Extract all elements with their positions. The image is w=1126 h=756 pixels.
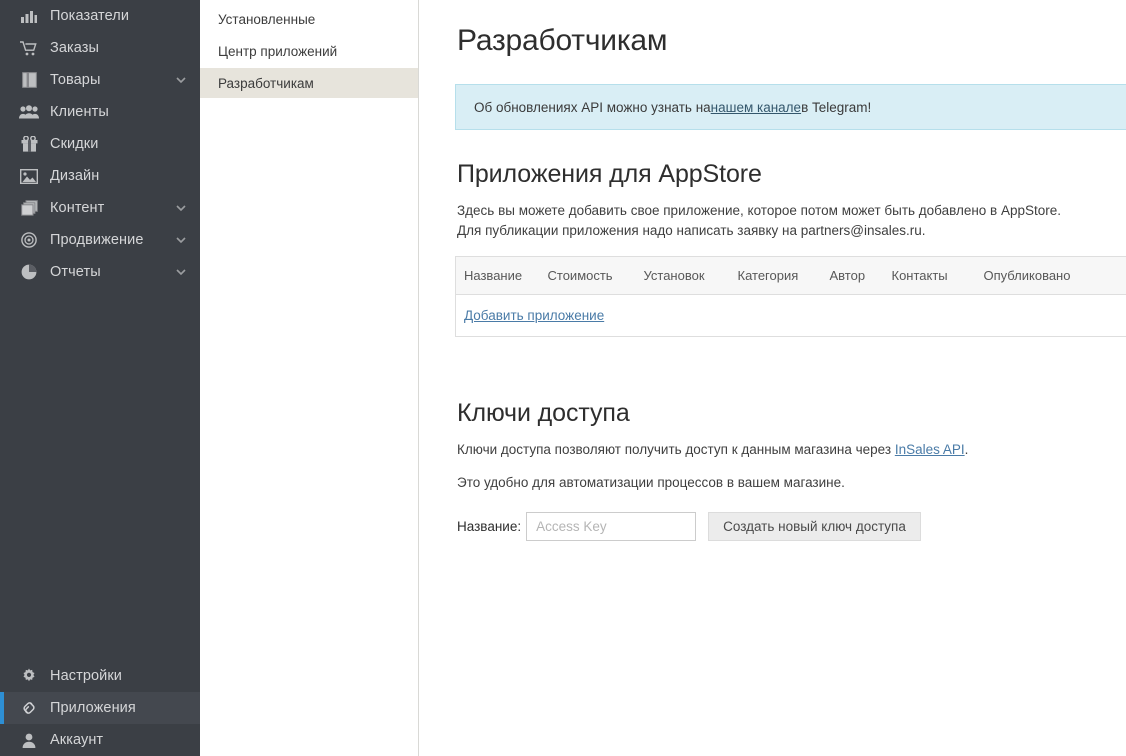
sidebar-item-skidki[interactable]: Скидки (0, 128, 200, 160)
appstore-apps-table: Название Стоимость Установок Категория А… (455, 256, 1126, 337)
sidebar-item-zakazy[interactable]: Заказы (0, 32, 200, 64)
column-header-ustanovok[interactable]: Установок (644, 257, 738, 295)
app-root: Показатели Заказы Товары Клиенты Скидки … (0, 0, 1126, 756)
table-row-add-app: Добавить приложение (456, 295, 1126, 337)
add-application-link[interactable]: Добавить приложение (464, 308, 604, 323)
primary-nav-bottom-list: Настройки Приложения Аккаунт (0, 660, 200, 756)
chevron-down-icon (172, 204, 190, 212)
layers-icon (18, 198, 40, 218)
sidebar-item-label: Настройки (50, 667, 122, 684)
chevron-down-icon (172, 76, 190, 84)
pie-chart-icon (18, 262, 40, 282)
gear-icon (18, 666, 40, 686)
subnav-item-label: Разработчикам (218, 75, 314, 91)
sidebar-item-label: Отчеты (50, 263, 101, 280)
image-icon (18, 166, 40, 186)
appstore-section-title: Приложения для AppStore (457, 160, 762, 188)
sidebar-item-label: Контент (50, 199, 105, 216)
sidebar-item-prodvizhenie[interactable]: Продвижение (0, 224, 200, 256)
table-header-row: Название Стоимость Установок Категория А… (455, 256, 1126, 295)
column-header-avtor[interactable]: Автор (830, 257, 892, 295)
api-info-banner: Об обновлениях API можно узнать на нашем… (455, 84, 1126, 130)
link-icon (18, 698, 40, 718)
table-body: Добавить приложение (456, 295, 1126, 337)
bar-chart-icon (18, 6, 40, 26)
primary-sidebar: Показатели Заказы Товары Клиенты Скидки … (0, 0, 200, 756)
sidebar-item-label: Товары (50, 71, 101, 88)
column-header-opublikovano[interactable]: Опубликовано (984, 257, 1126, 295)
sidebar-item-label: Дизайн (50, 167, 100, 184)
subnav-item-razrabotchikam[interactable]: Разработчикам (200, 68, 418, 98)
column-header-stoimost[interactable]: Стоимость (548, 257, 644, 295)
users-icon (18, 102, 40, 122)
banner-suffix-text: в Telegram! (801, 99, 872, 115)
create-access-key-form: Название: Создать новый ключ доступа (455, 512, 1110, 541)
access-keys-paragraph-1: Ключи доступа позволяют получить доступ … (457, 440, 1110, 459)
subnav-item-centr-prilozhenii[interactable]: Центр приложений (200, 36, 418, 66)
sidebar-item-pokazateli[interactable]: Показатели (0, 0, 200, 32)
cart-icon (18, 38, 40, 58)
telegram-channel-link[interactable]: нашем канале (711, 100, 801, 115)
chevron-down-icon (172, 268, 190, 276)
access-key-name-label: Название: (457, 519, 522, 534)
main-content: Разработчикам Об обновлениях API можно у… (419, 0, 1126, 756)
keys-p1-prefix: Ключи доступа позволяют получить доступ … (457, 442, 895, 457)
subnav-item-ustanovlennye[interactable]: Установленные (200, 4, 418, 34)
appstore-paragraph-1: Здесь вы можете добавить свое приложение… (457, 203, 1062, 218)
column-header-kategoriya[interactable]: Категория (738, 257, 830, 295)
create-access-key-button[interactable]: Создать новый ключ доступа (708, 512, 921, 541)
sidebar-item-prilozheniya[interactable]: Приложения (0, 692, 200, 724)
chevron-down-icon (172, 236, 190, 244)
sidebar-item-label: Клиенты (50, 103, 109, 120)
sidebar-item-label: Приложения (50, 699, 136, 716)
secondary-sidebar: Установленные Центр приложений Разработч… (200, 0, 419, 756)
sidebar-item-label: Продвижение (50, 231, 144, 248)
sidebar-item-nastroiki[interactable]: Настройки (0, 660, 200, 692)
sidebar-item-otchety[interactable]: Отчеты (0, 256, 200, 288)
table-head: Название Стоимость Установок Категория А… (455, 256, 1126, 295)
primary-nav-list: Показатели Заказы Товары Клиенты Скидки … (0, 0, 200, 288)
add-app-cell: Добавить приложение (456, 295, 1126, 337)
sidebar-item-dizain[interactable]: Дизайн (0, 160, 200, 192)
sidebar-item-kontent[interactable]: Контент (0, 192, 200, 224)
sidebar-item-label: Аккаунт (50, 731, 104, 748)
gift-icon (18, 134, 40, 154)
banner-prefix-text: Об обновлениях API можно узнать на (474, 99, 711, 115)
sidebar-item-label: Заказы (50, 39, 100, 56)
appstore-paragraph-2: Для публикации приложения надо написать … (457, 223, 926, 238)
insales-api-link[interactable]: InSales API (895, 442, 965, 457)
subnav-item-label: Центр приложений (218, 43, 338, 59)
page-title: Разработчикам (457, 24, 668, 57)
access-key-name-input[interactable] (526, 512, 697, 541)
sidebar-item-tovary[interactable]: Товары (0, 64, 200, 96)
column-header-nazvanie[interactable]: Название (456, 257, 548, 295)
sidebar-item-label: Скидки (50, 135, 99, 152)
subnav-item-label: Установленные (218, 11, 316, 27)
keys-p1-suffix: . (964, 442, 969, 457)
user-icon (18, 730, 40, 750)
target-icon (18, 230, 40, 250)
column-header-kontakty[interactable]: Контакты (892, 257, 984, 295)
sidebar-item-label: Показатели (50, 7, 130, 24)
access-keys-paragraph-2: Это удобно для автоматизации процессов в… (457, 475, 845, 490)
box-icon (18, 70, 40, 90)
access-keys-section-title: Ключи доступа (457, 399, 630, 427)
sidebar-item-akkaunt[interactable]: Аккаунт (0, 724, 200, 756)
sidebar-item-klienty[interactable]: Клиенты (0, 96, 200, 128)
